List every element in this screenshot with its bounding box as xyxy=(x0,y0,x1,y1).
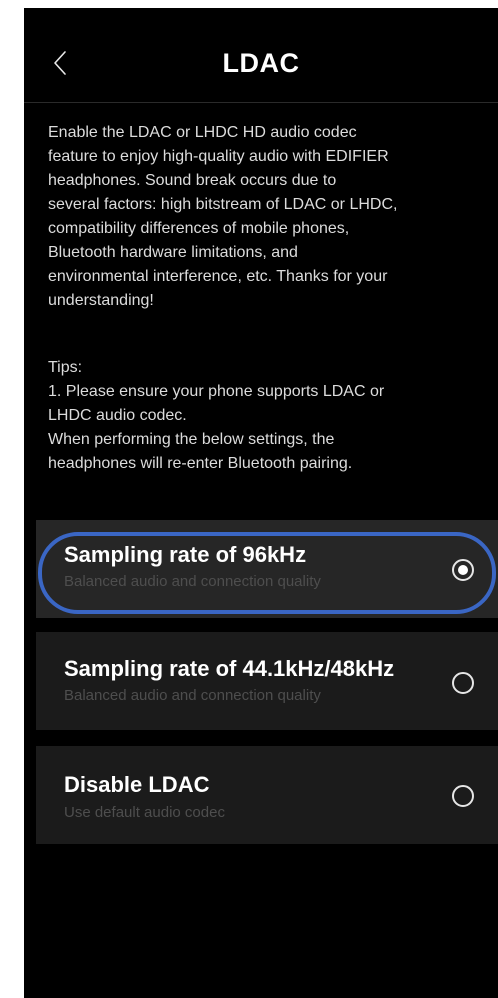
option-disable-ldac[interactable]: Disable LDAC Use default audio codec xyxy=(36,746,498,844)
tip-line-4: headphones will re-enter Bluetooth pairi… xyxy=(48,455,353,472)
option-subtitle: Use default audio codec xyxy=(64,804,225,821)
description-text: Enable the LDAC or LHDC HD audio codec f… xyxy=(48,124,398,309)
option-title: Sampling rate of 44.1kHz/48kHz xyxy=(64,656,395,681)
option-subtitle: Balanced audio and connection quality xyxy=(64,573,321,590)
option-96khz[interactable]: Sampling rate of 96kHz Balanced audio an… xyxy=(36,520,498,618)
page-title: LDAC xyxy=(222,48,300,78)
tip-line-2: LHDC audio codec. xyxy=(48,407,187,424)
radio-dot xyxy=(458,565,468,575)
tips-heading: Tips: xyxy=(48,359,83,376)
ldac-settings-screen: LDAC Enable the LDAC or LHDC HD audio co… xyxy=(24,8,498,998)
option-title: Disable LDAC xyxy=(64,772,210,797)
radio-unselected-icon[interactable] xyxy=(452,672,474,694)
header-bar: LDAC xyxy=(24,8,498,103)
tip-line-3: When performing the below settings, the xyxy=(48,431,335,448)
radio-selected-icon[interactable] xyxy=(452,559,474,581)
option-subtitle: Balanced audio and connection quality xyxy=(64,687,321,704)
option-title: Sampling rate of 96kHz xyxy=(64,542,307,567)
tip-line-1: 1. Please ensure your phone supports LDA… xyxy=(48,383,385,400)
tips-section: Tips: 1. Please ensure your phone suppor… xyxy=(48,356,493,476)
option-44-48khz[interactable]: Sampling rate of 44.1kHz/48kHz Balanced … xyxy=(36,632,498,730)
radio-unselected-icon[interactable] xyxy=(452,785,474,807)
